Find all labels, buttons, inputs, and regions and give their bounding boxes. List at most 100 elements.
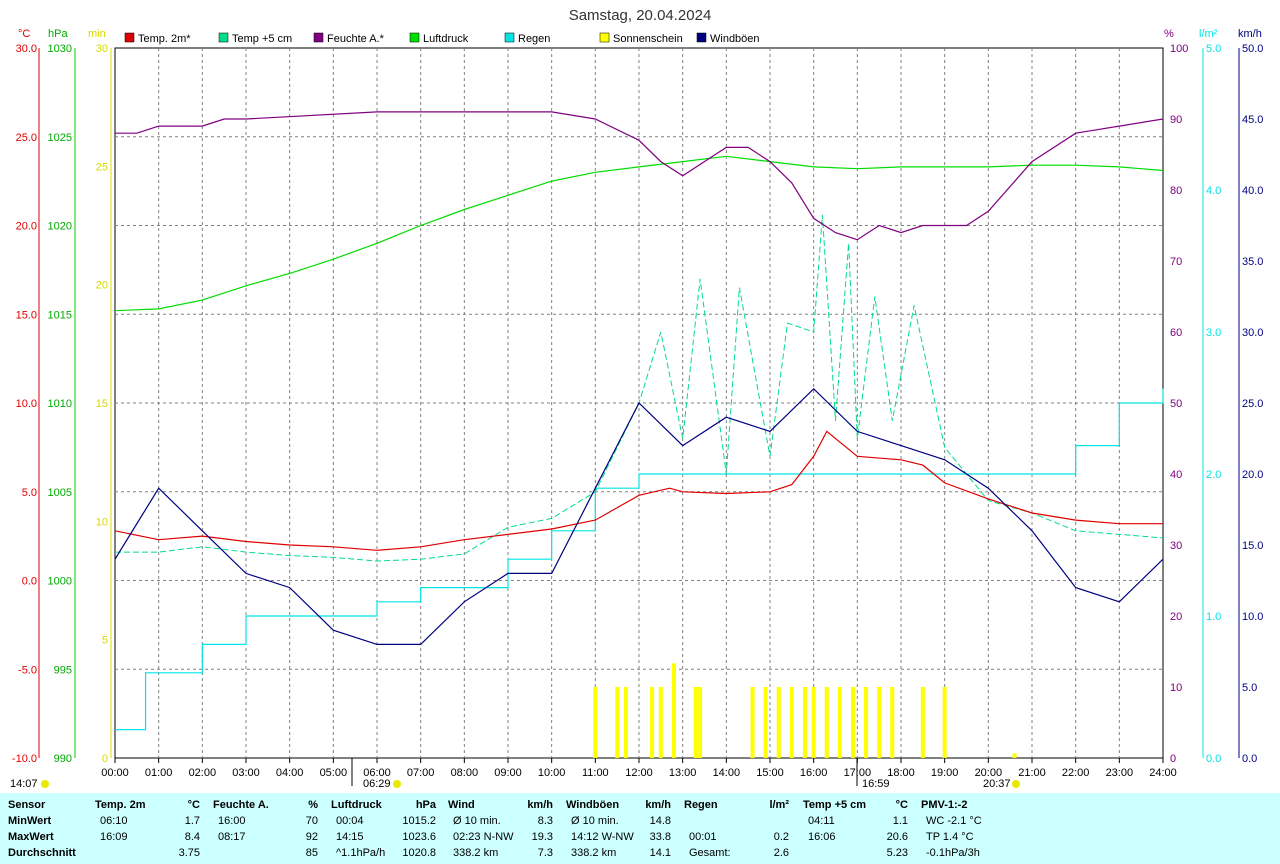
temp-tick-label: 20.0 — [16, 221, 37, 233]
x-tick-label: 22:00 — [1062, 767, 1090, 779]
stats-cell-text: -0.1hPa/3h — [926, 847, 980, 859]
humidity-tick-label: 40 — [1170, 469, 1182, 481]
x-tick-label: 08:00 — [451, 767, 479, 779]
temp-tick-label: -10.0 — [12, 753, 37, 765]
stats-cell-value: 1020.8 — [402, 847, 436, 859]
rain-tick-label: 0.0 — [1206, 753, 1221, 765]
weather-chart: Samstag, 20.04.2024 Temp. 2m* Temp +5 cm F… — [0, 0, 1280, 793]
x-tick-label: 19:00 — [931, 767, 959, 779]
x-tick-label: 04:00 — [276, 767, 304, 779]
sunshine-bar — [698, 687, 703, 758]
rain-unit: l/m² — [1199, 28, 1218, 40]
legend-swatch — [218, 32, 229, 43]
pressure-tick-label: 995 — [54, 664, 72, 676]
sunshine-bar — [1012, 753, 1017, 758]
legend-swatch — [504, 32, 515, 43]
temp-tick-label: 30.0 — [16, 43, 37, 55]
sun-unit: min — [88, 28, 106, 40]
humidity-tick-label: 50 — [1170, 398, 1182, 410]
pressure-tick-label: 990 — [54, 753, 72, 765]
sunset-sun-icon — [1012, 780, 1020, 788]
legend-label: Sonnenschein — [613, 33, 683, 45]
sun-tick-label: 0 — [102, 753, 108, 765]
sunshine-bar — [811, 687, 816, 758]
humidity-tick-label: 80 — [1170, 185, 1182, 197]
wind-tick-label: 35.0 — [1242, 256, 1263, 268]
sunshine-bar — [671, 663, 676, 758]
pressure-tick-label: 1030 — [48, 43, 72, 55]
temp-tick-label: -5.0 — [18, 664, 37, 676]
stats-cell-text: WC -2.1 °C — [926, 815, 982, 827]
stats-cell-value: 1.1 — [892, 815, 908, 827]
sunset-label: 20:37 — [983, 778, 1011, 790]
wind-tick-label: 0.0 — [1242, 753, 1257, 765]
sunshine-bar — [693, 687, 698, 758]
sunshine-bar — [824, 687, 829, 758]
sunshine-bar — [776, 687, 781, 758]
stats-cell-value: 7.3 — [537, 847, 553, 859]
stats-cell-text: TP 1.4 °C — [926, 831, 974, 843]
x-tick-label: 23:00 — [1106, 767, 1134, 779]
legend-label: Temp +5 cm — [232, 33, 292, 45]
x-tick-label: 00:00 — [101, 767, 129, 779]
humidity-tick-label: 100 — [1170, 43, 1188, 55]
humidity-tick-label: 70 — [1170, 256, 1182, 268]
wind-tick-label: 50.0 — [1242, 43, 1263, 55]
humidity-tick-label: 60 — [1170, 327, 1182, 339]
plot-area — [114, 47, 1164, 759]
sunshine-bar — [850, 687, 855, 758]
sunshine-bar — [658, 687, 663, 758]
temp-tick-label: 5.0 — [22, 487, 37, 499]
moonset-label: 14:07 — [10, 778, 38, 790]
stats-header-unit: km/h — [527, 799, 553, 811]
temp-unit: °C — [18, 28, 30, 40]
stats-cell-value: 2.6 — [773, 847, 789, 859]
x-tick-label: 16:00 — [800, 767, 828, 779]
humidity-tick-label: 0 — [1170, 753, 1176, 765]
stats-cell-value: 20.6 — [886, 831, 908, 843]
stats-cell-value: 3.75 — [178, 847, 200, 859]
sunshine-bar — [837, 687, 842, 758]
pressure-unit: hPa — [48, 28, 68, 40]
sunrise-label: 06:29 — [363, 778, 391, 790]
x-tick-label: 01:00 — [145, 767, 173, 779]
stats-row-label: Durchschnitt — [8, 847, 76, 859]
sun-tick-label: 15 — [96, 398, 108, 410]
stats-cell-value: 8.4 — [184, 831, 200, 843]
wind-tick-label: 5.0 — [1242, 682, 1257, 694]
pressure-tick-label: 1025 — [48, 132, 72, 144]
x-tick-label: 21:00 — [1018, 767, 1046, 779]
x-tick-label: 05:00 — [320, 767, 348, 779]
wind-tick-label: 40.0 — [1242, 185, 1263, 197]
stats-cell-value: 70 — [305, 815, 318, 827]
temp-tick-label: 0.0 — [22, 576, 37, 588]
legend-label: Temp. 2m* — [138, 33, 191, 45]
humidity-tick-label: 90 — [1170, 114, 1182, 126]
legend-swatch — [599, 32, 610, 43]
x-tick-label: 11:00 — [582, 767, 609, 779]
sunshine-bar — [750, 687, 755, 758]
stats-header-unit: l/m² — [769, 799, 789, 811]
stats-cell-value: 92 — [305, 831, 318, 843]
x-tick-label: 02:00 — [189, 767, 217, 779]
moonrise-label: 16:59 — [862, 778, 890, 790]
rain-tick-label: 5.0 — [1206, 43, 1221, 55]
sun-tick-label: 30 — [96, 43, 108, 55]
legend-label: Windböen — [710, 33, 760, 45]
wind-tick-label: 45.0 — [1242, 114, 1263, 126]
legend-swatch — [124, 32, 135, 43]
x-tick-label: 14:00 — [713, 767, 741, 779]
stats-cell-value: 1.7 — [184, 815, 200, 827]
stats-cell-value: 14.8 — [649, 815, 671, 827]
stats-cell-value: 1015.2 — [402, 815, 436, 827]
temp-tick-label: 25.0 — [16, 132, 37, 144]
wind-tick-label: 15.0 — [1242, 540, 1263, 552]
legend-swatch — [696, 32, 707, 43]
sun-tick-label: 5 — [102, 635, 108, 647]
sunshine-bar — [623, 687, 628, 758]
x-tick-label: 07:00 — [407, 767, 435, 779]
sunshine-bar — [942, 687, 947, 758]
temp-tick-label: 10.0 — [16, 398, 37, 410]
pressure-tick-label: 1010 — [48, 398, 72, 410]
pressure-tick-label: 1020 — [48, 221, 72, 233]
